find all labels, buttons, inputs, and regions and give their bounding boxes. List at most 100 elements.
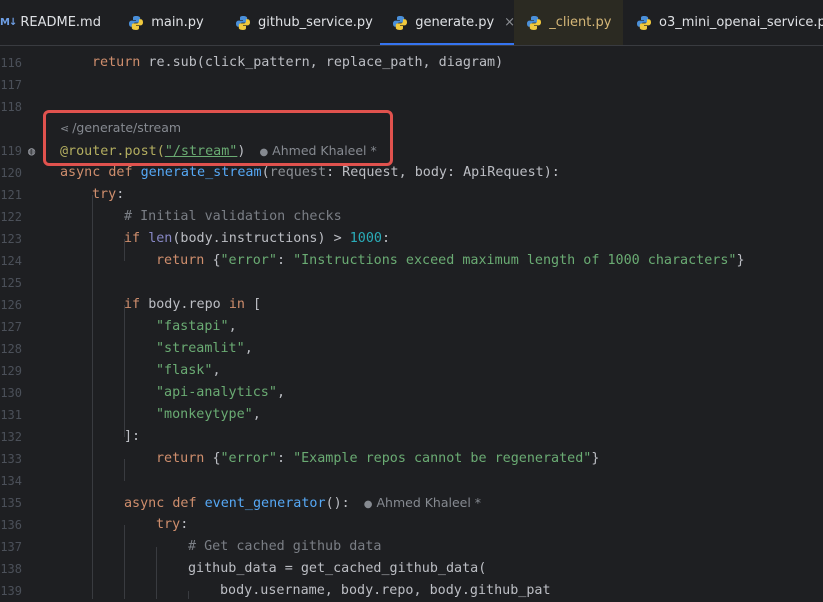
line-number: 135 [0, 496, 22, 510]
code-line: 125 [0, 272, 823, 294]
code-text: , [244, 341, 253, 356]
code-line: 123 if len(body.instructions) > 1000: [0, 228, 823, 250]
line-number: 128 [0, 342, 22, 356]
tab-github-service[interactable]: github_service.py [225, 0, 380, 45]
string: "Example repos cannot be regenerated" [293, 451, 592, 466]
code-text: ]: [124, 429, 141, 444]
tab-main-py[interactable]: main.py [115, 0, 225, 45]
string: "flask" [156, 363, 213, 378]
code-line: 129 "flask", [0, 360, 823, 382]
code-line: 135 async def event_generator(): ● Ahmed K… [0, 492, 823, 514]
tab-generate-py[interactable]: generate.py × [380, 0, 515, 45]
code-text: : [276, 253, 294, 268]
code-text: github_data = get_cached_github_data( [188, 561, 487, 576]
code-line: 136 try: [0, 514, 823, 536]
line-number: 120 [0, 166, 22, 180]
code-line: 132 ]: [0, 426, 823, 448]
code-text: : [276, 451, 294, 466]
string: "monkeytype" [156, 407, 253, 422]
line-number: 136 [0, 518, 22, 532]
keyword: if [124, 297, 149, 312]
code-text: : Request, body: ApiRequest): [326, 165, 560, 180]
string: "api-analytics" [156, 385, 277, 400]
string: "error" [220, 253, 277, 268]
code-text: (): [325, 496, 350, 511]
code-line: 130 "api-analytics", [0, 382, 823, 404]
line-number: 126 [0, 298, 22, 312]
tab-client-py[interactable]: _client.py [514, 0, 623, 45]
author-inlay[interactable]: ● Ahmed Khaleel * [364, 495, 481, 510]
tab-readme[interactable]: M↓ README.md [0, 0, 115, 45]
markdown-icon: M↓ [0, 17, 17, 28]
string: "error" [220, 451, 277, 466]
globe-icon[interactable]: ◍ [28, 140, 35, 162]
line-number: 122 [0, 210, 22, 224]
line-number: 123 [0, 232, 22, 246]
code-text: , [212, 363, 221, 378]
code-line: 138 github_data = get_cached_github_data… [0, 558, 823, 580]
tab-label: github_service.py [257, 15, 373, 30]
code-text: ( [261, 165, 270, 180]
code-line: 131 "monkeytype", [0, 404, 823, 426]
line-number: 118 [0, 100, 22, 114]
line-number: 137 [0, 540, 22, 554]
line-number: 121 [0, 188, 22, 202]
keyword: try [92, 187, 117, 202]
tab-label: o3_mini_openai_service.py [658, 15, 823, 30]
line-number: 117 [0, 78, 22, 92]
tab-o3-mini-service[interactable]: o3_mini_openai_service.py [623, 0, 823, 45]
function-name: event_generator [204, 496, 326, 511]
keyword: try [156, 517, 181, 532]
code-text: { [212, 253, 221, 268]
function-name: generate_stream [140, 165, 262, 180]
code-line: 137 # Get cached github data [0, 536, 823, 558]
python-icon [636, 15, 651, 30]
tab-label: main.py [151, 15, 204, 30]
line-number: 116 [0, 56, 22, 70]
keyword: if [124, 231, 149, 246]
number: 1000 [349, 231, 382, 246]
python-icon [527, 15, 542, 30]
keyword: in [228, 297, 245, 312]
line-number: 132 [0, 430, 22, 444]
comment: # Initial validation checks [124, 209, 342, 224]
code-text: , [228, 319, 237, 334]
code-line: 116 return re.sub(click_pattern, replace… [0, 52, 823, 74]
code-text: } [736, 253, 745, 268]
line-number: 119 [0, 144, 22, 158]
keyword: async def [60, 165, 141, 180]
user-icon: ● [363, 499, 373, 510]
tab-label: README.md [20, 15, 101, 30]
keyword: return [156, 253, 213, 268]
code-text: , [276, 385, 285, 400]
tab-label: generate.py [415, 15, 495, 30]
code-line: 134 [0, 470, 823, 492]
code-editor[interactable]: 116 return re.sub(click_pattern, replace… [0, 46, 823, 599]
code-line: 133 return {"error": "Example repos cann… [0, 448, 823, 470]
code-text: , [252, 407, 261, 422]
code-text: re.sub(click_pattern, replace_path, diag… [140, 55, 504, 70]
keyword: return [92, 55, 141, 70]
code-text: : [382, 231, 391, 246]
string: "streamlit" [156, 341, 245, 356]
highlight-annotation-box [43, 110, 393, 166]
builtin: len [148, 231, 173, 246]
python-icon [235, 15, 250, 30]
keyword: async def [124, 496, 205, 511]
string: "Instructions exceed maximum length of 1… [293, 253, 737, 268]
code-text: } [591, 451, 600, 466]
tab-label: _client.py [549, 15, 612, 30]
code-line: 122 # Initial validation checks [0, 206, 823, 228]
keyword: return [156, 451, 213, 466]
comment: # Get cached github data [188, 539, 382, 554]
line-number: 127 [0, 320, 22, 334]
author-name: Ahmed Khaleel * [376, 495, 482, 510]
string: "fastapi" [156, 319, 229, 334]
code-line: 124 return {"error": "Instructions excee… [0, 250, 823, 272]
python-icon [129, 15, 144, 30]
line-number: 125 [0, 276, 22, 290]
line-number: 124 [0, 254, 22, 268]
code-text: (body.instructions) > [172, 231, 350, 246]
line-number: 134 [0, 474, 22, 488]
code-text: : [180, 517, 189, 532]
